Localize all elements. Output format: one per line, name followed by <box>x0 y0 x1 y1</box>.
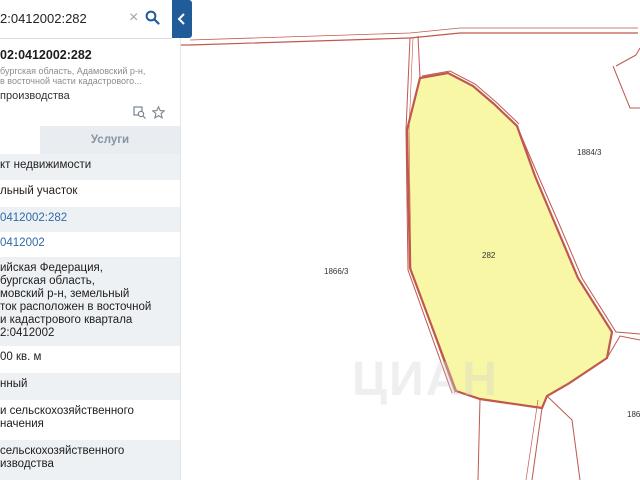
parcel-label-1866: 1866 <box>627 410 640 419</box>
sidebar-tabs: Услуги <box>0 126 180 154</box>
address-line: в восточной части кадастрового... <box>0 76 142 86</box>
address-line: бургская область, Адамовский р-н, <box>0 66 146 76</box>
collapse-sidebar-button[interactable] <box>172 0 192 38</box>
row-text: 2:0412002 <box>0 327 55 339</box>
locate-icon[interactable] <box>133 106 146 119</box>
row-text: 00 кв. м <box>0 351 42 363</box>
row-text: бургская область, <box>0 275 95 287</box>
row-link[interactable]: 0412002 <box>0 237 45 249</box>
info-row-status: нный <box>0 373 180 400</box>
row-link[interactable]: 0412002:282 <box>0 212 67 224</box>
row-text: мовский р-н, земельный <box>0 288 130 300</box>
row-text: льный участок <box>0 185 78 197</box>
info-row-permitted-use: сельскохозяйственного изводства <box>0 440 180 480</box>
object-address: бургская область, Адамовский р-н, в вост… <box>0 66 145 86</box>
row-text: и кадастрового квартала <box>0 314 133 326</box>
star-icon[interactable] <box>152 106 165 119</box>
row-text: кт недвижимости <box>0 159 92 171</box>
parcel-label-282: 282 <box>482 251 496 260</box>
search-bar: 2:0412002:282 × <box>0 0 172 39</box>
parcel-label-1866-3: 1866/3 <box>324 267 349 276</box>
tab-info[interactable] <box>0 126 40 154</box>
info-row-address: ийская Федерация, бургская область, мовс… <box>0 257 180 346</box>
object-title: 02:0412002:282 <box>0 48 92 62</box>
row-text: ток расположен в восточной <box>0 301 152 313</box>
row-text: и сельскохозяйственного <box>0 405 134 417</box>
object-use: производства <box>0 90 70 102</box>
info-row-area: 00 кв. м <box>0 346 180 373</box>
search-input[interactable]: 2:0412002:282 <box>0 11 87 26</box>
info-sidebar: 2:0412002:282 × 02:0412002:282 бургская … <box>0 0 181 480</box>
info-row-cadastral-number[interactable]: 0412002:282 <box>0 207 180 232</box>
info-row-category: и сельскохозяйственного начения <box>0 400 180 440</box>
parcel-boundaries <box>180 27 640 480</box>
watermark: ЦИАН <box>352 353 499 406</box>
row-text: изводства <box>0 458 54 470</box>
info-row: кт недвижимости <box>0 154 180 180</box>
info-row: льный участок <box>0 180 180 207</box>
row-text: сельскохозяйственного <box>0 445 125 457</box>
row-text: нный <box>0 378 28 390</box>
search-icon[interactable] <box>145 10 160 25</box>
row-text: начения <box>0 418 44 430</box>
close-icon[interactable]: × <box>129 9 138 27</box>
tab-services[interactable]: Услуги <box>40 126 180 154</box>
parcel-label-1884-3: 1884/3 <box>577 148 602 157</box>
chevron-left-icon <box>177 13 185 25</box>
row-text: ийская Федерация, <box>0 262 103 274</box>
info-row-quarter[interactable]: 0412002 <box>0 232 180 257</box>
cadastral-map[interactable]: 282 1866/3 1884/3 1866 ЦИАН <box>180 0 640 480</box>
